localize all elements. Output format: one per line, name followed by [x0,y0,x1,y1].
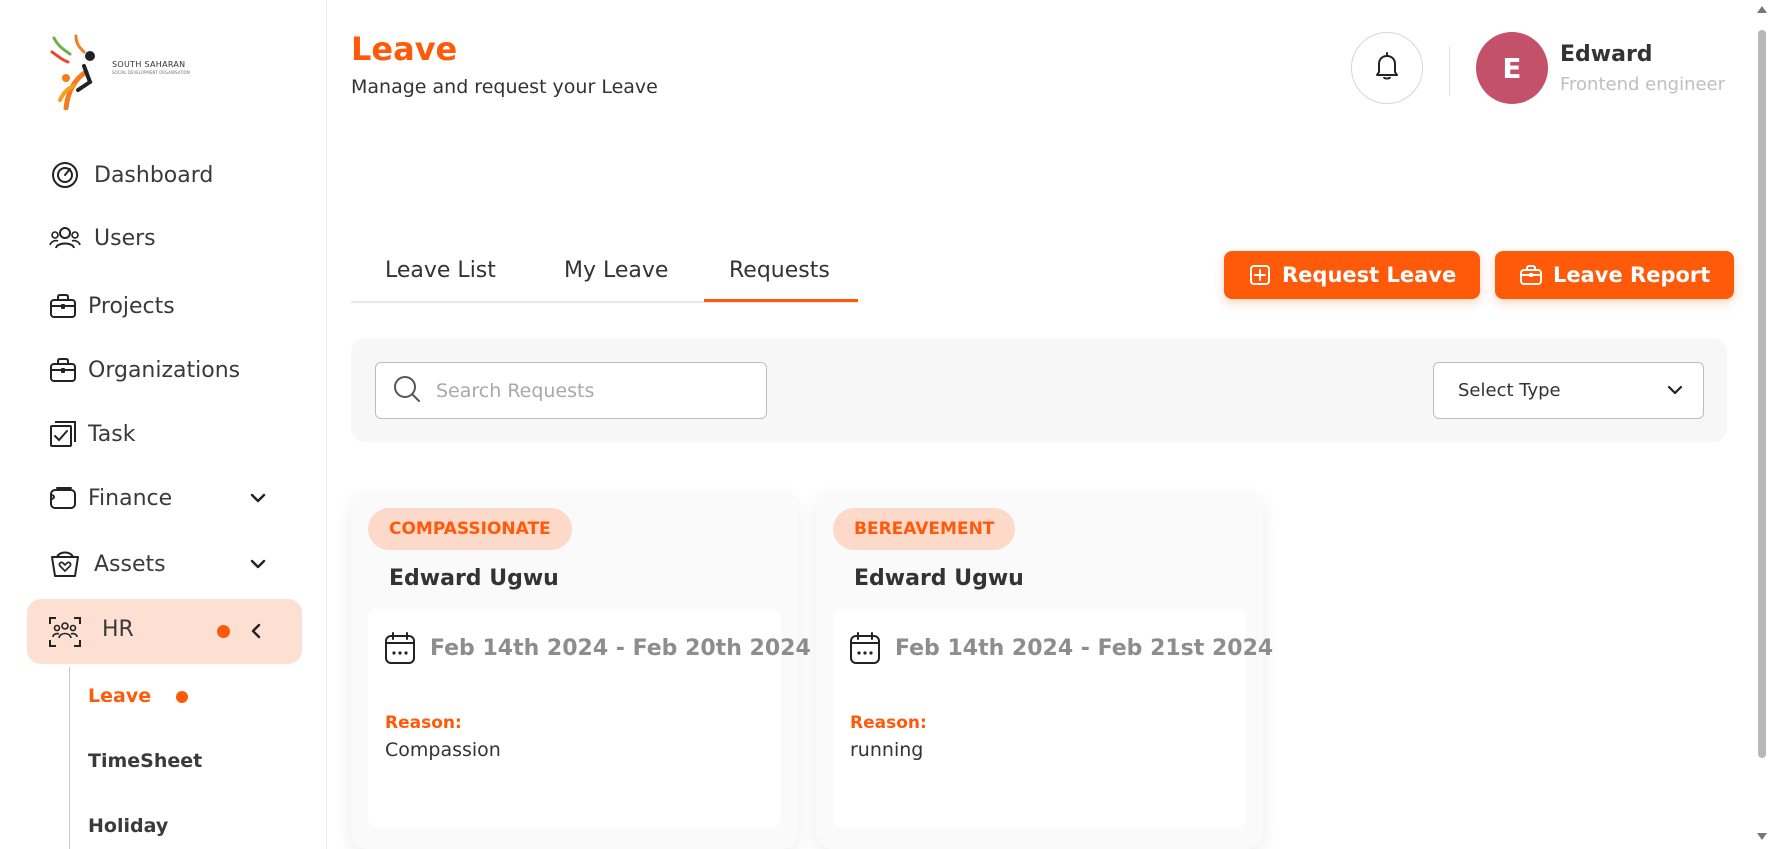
request-card[interactable]: COMPASSIONATE Edward Ugwu Feb 14th 2024 … [351,492,811,849]
date-range: Feb 14th 2024 - Feb 21st 2024 [849,631,1273,665]
briefcase-icon [46,289,80,323]
reason-label: Reason: [385,713,462,733]
leave-type-badge: BEREAVEMENT [833,508,1016,550]
sidebar-item-label: Assets [94,551,166,577]
briefcase-icon [46,353,80,387]
sidebar-item-label: Task [88,421,136,447]
leave-report-button[interactable]: Leave Report [1495,251,1735,299]
users-icon [48,221,82,255]
scroll-up-arrow-icon[interactable] [1757,6,1767,13]
sidebar-item-label: Users [94,225,156,251]
sidebar-item-task[interactable]: Task [46,414,135,454]
chevron-down-icon[interactable] [246,486,270,510]
wallet-icon [46,481,80,515]
sidebar-item-label: Finance [88,485,173,511]
sidebar-item-users[interactable]: Users [48,218,156,258]
select-type-value: Select Type [1458,380,1561,401]
type-select[interactable]: Select Type [1433,362,1704,419]
task-check-icon [46,417,80,451]
sidebar-item-assets[interactable]: Assets [48,544,278,584]
header-divider [1449,46,1450,96]
briefcase-icon [1519,263,1543,287]
sidebar-item-dashboard[interactable]: Dashboard [48,155,213,195]
sidebar: SOUTH SAHARAN SOCIAL DEVELOPMENT ORGANIS… [0,0,327,849]
request-details: Feb 14th 2024 - Feb 20th 2024 Reason: Co… [368,609,811,827]
logo-icon [50,34,95,111]
sidebar-item-projects[interactable]: Projects [46,286,175,326]
active-indicator-dot [176,691,188,703]
notification-dot [217,625,230,638]
tab-bar: Leave List My Leave Requests [351,258,858,303]
chevron-left-icon[interactable] [244,619,268,643]
notifications-button[interactable] [1351,32,1423,104]
request-leave-button[interactable]: Request Leave [1224,251,1481,299]
sidebar-item-organizations[interactable]: Organizations [46,350,240,390]
assets-icon [48,547,82,581]
tab-leave-list[interactable]: Leave List [385,258,496,283]
scroll-thumb[interactable] [1758,30,1766,758]
leave-report-label: Leave Report [1553,263,1711,287]
date-range-text: Feb 14th 2024 - Feb 20th 2024 [430,635,811,661]
sidebar-item-finance[interactable]: Finance [46,478,276,518]
submenu-divider [69,667,70,849]
page-title: Leave [351,30,458,68]
sidebar-item-label: HR [102,617,134,642]
vertical-scrollbar[interactable] [1753,0,1771,849]
submenu-item-holiday[interactable]: Holiday [88,815,168,837]
submenu-item-timesheet[interactable]: TimeSheet [88,750,202,772]
requester-name: Edward Ugwu [854,566,1024,591]
active-tab-indicator [704,299,858,302]
request-leave-label: Request Leave [1282,263,1457,287]
chevron-down-icon[interactable] [246,552,270,576]
avatar[interactable]: E [1476,32,1548,104]
search-icon [392,374,422,408]
date-range: Feb 14th 2024 - Feb 20th 2024 [384,631,811,665]
dashboard-icon [48,158,82,192]
reason-text: Compassion [385,739,501,761]
logo-subtext: SOCIAL DEVELOPMENT ORGANISATION [112,70,190,75]
calendar-icon [849,631,881,665]
request-details: Feb 14th 2024 - Feb 21st 2024 Reason: ru… [833,609,1273,827]
filter-bar: Select Type [351,338,1727,442]
search-box[interactable] [375,362,767,419]
chevron-down-icon [1665,380,1685,405]
user-role: Frontend engineer [1560,74,1726,95]
sidebar-item-label: Projects [88,293,175,319]
sidebar-item-label: Dashboard [94,162,214,188]
date-range-text: Feb 14th 2024 - Feb 21st 2024 [895,635,1274,661]
team-icon [47,614,83,650]
submenu-item-leave[interactable]: Leave [88,685,151,707]
calendar-icon [384,631,416,665]
logo-text: SOUTH SAHARAN [112,60,186,69]
reason-text: running [850,739,924,761]
user-name: Edward [1560,42,1653,67]
request-card[interactable]: BEREAVEMENT Edward Ugwu Feb 14th 2024 - … [816,492,1273,849]
reason-label: Reason: [850,713,927,733]
requester-name: Edward Ugwu [389,566,559,591]
bell-icon [1373,51,1401,85]
scroll-down-arrow-icon[interactable] [1757,833,1767,840]
page-subtitle: Manage and request your Leave [351,76,658,98]
tab-my-leave[interactable]: My Leave [564,258,668,283]
sidebar-item-label: Organizations [88,357,241,383]
leave-type-badge: COMPASSIONATE [368,508,572,550]
tab-requests[interactable]: Requests [729,258,830,283]
search-input[interactable] [436,379,750,402]
brand-logo[interactable]: SOUTH SAHARAN SOCIAL DEVELOPMENT ORGANIS… [46,30,206,111]
plus-square-icon [1248,263,1272,287]
sidebar-item-hr[interactable]: HR [27,599,302,664]
